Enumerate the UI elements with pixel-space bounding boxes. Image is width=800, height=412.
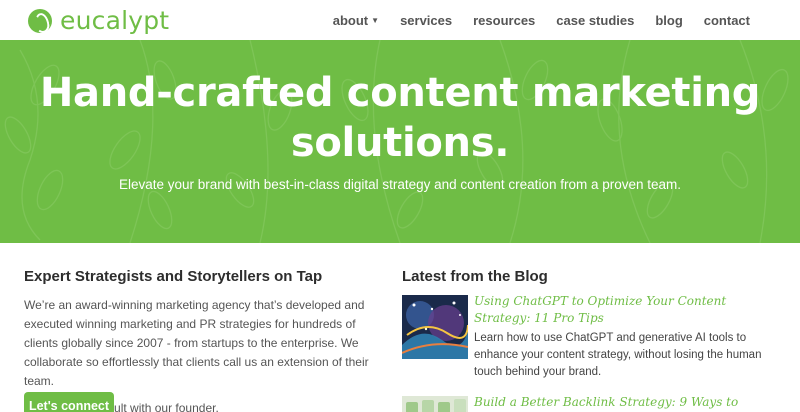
nav-item-about[interactable]: about ▼ — [333, 13, 379, 28]
hero-banner: Hand-crafted content marketing solutions… — [0, 40, 800, 243]
blog-post-excerpt: Learn how to use ChatGPT and generative … — [474, 332, 762, 378]
hero-title-line: Hand-crafted content marketing — [39, 70, 761, 116]
nav-item-label: about — [332, 13, 369, 28]
leaf-icon — [28, 8, 52, 33]
intro-section: Expert Strategists and Storytellers on T… — [24, 268, 374, 412]
blog-thumbnail[interactable] — [402, 295, 468, 359]
blog-thumbnail[interactable] — [402, 396, 468, 412]
logo-text: eucalypt — [60, 6, 170, 35]
blog-heading: Latest from the Blog — [402, 268, 548, 285]
ai-art-thumbnail-image — [402, 295, 468, 359]
nav-item-blog[interactable]: blog — [655, 13, 682, 28]
site-header: eucalypt about ▼ services resources case … — [0, 0, 800, 40]
nav-item-resources[interactable]: resources — [473, 13, 535, 28]
intro-body: We’re an award-winning marketing agency … — [24, 298, 369, 388]
nav-item-case-studies[interactable]: case studies — [556, 13, 634, 28]
nav-item-services[interactable]: services — [400, 13, 452, 28]
caret-down-icon: ▼ — [371, 16, 380, 25]
logo[interactable]: eucalypt — [28, 6, 169, 35]
backlink-thumbnail-image — [402, 396, 468, 412]
hero-title-line: solutions. — [290, 120, 510, 166]
blog-post-title[interactable]: Using ChatGPT to Optimize Your Content S… — [474, 293, 772, 327]
hero-title: Hand-crafted content marketing solutions… — [0, 68, 800, 168]
lets-connect-button[interactable]: Let's connect — [24, 392, 114, 412]
main-nav: about ▼ services resources case studies b… — [312, 13, 750, 28]
blog-section: Latest from the Blog Using ChatGPT to Op… — [402, 268, 772, 412]
intro-heading: Expert Strategists and Storytellers on T… — [24, 268, 323, 285]
blog-post-title[interactable]: Build a Better Backlink Strategy: 9 Ways… — [474, 394, 772, 412]
nav-item-contact[interactable]: contact — [704, 13, 750, 28]
hero-subtitle: Elevate your brand with best-in-class di… — [118, 177, 682, 192]
